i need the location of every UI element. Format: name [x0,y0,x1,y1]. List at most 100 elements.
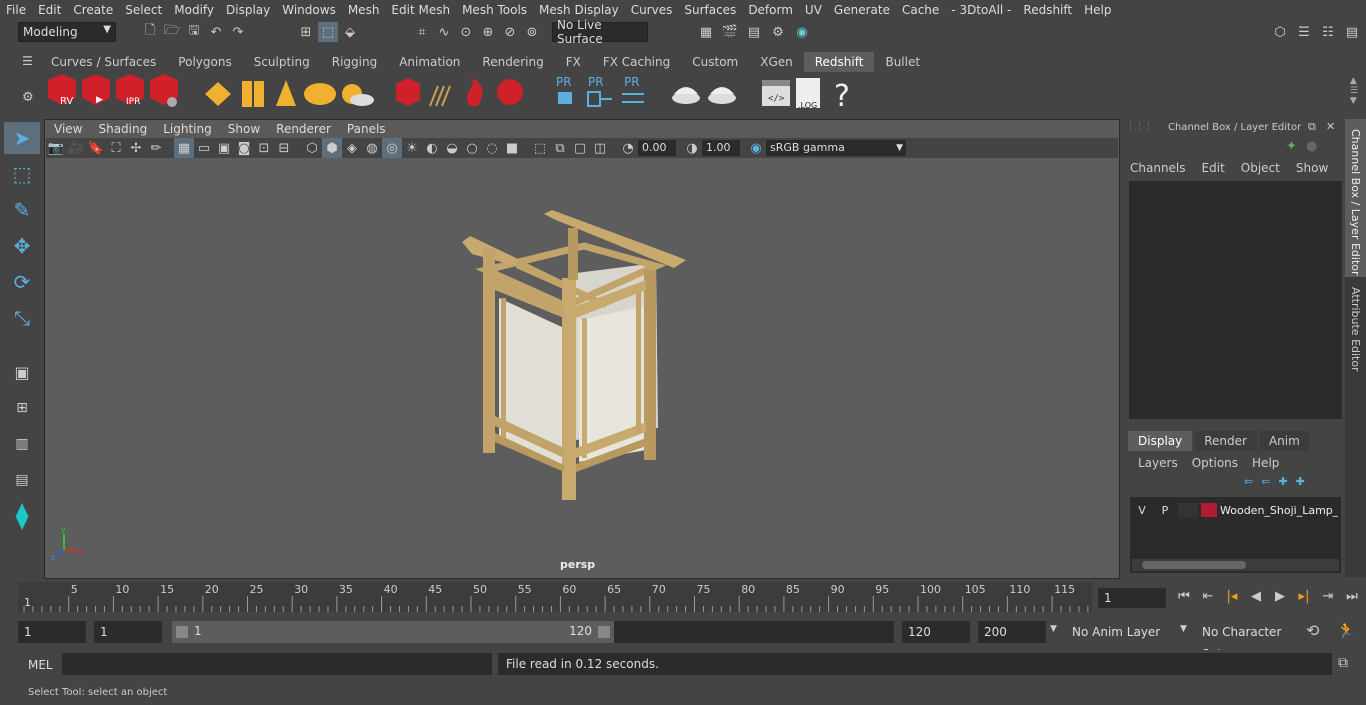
wireframe-icon[interactable]: ⬡ [302,138,322,158]
step-forward-key-icon[interactable]: ▸| [1294,586,1314,606]
layer-tab-anim[interactable]: Anim [1258,431,1310,451]
range-end-grip[interactable] [598,626,610,638]
modeling-toolkit-icon[interactable]: ⬡ [1270,22,1290,42]
select-tool-icon[interactable]: ➤ [4,122,40,154]
hypershade-icon[interactable]: ◉ [792,22,812,42]
xray-components-icon[interactable]: ▢ [570,138,590,158]
ambient-occlusion-icon[interactable]: ◐ [422,138,442,158]
anti-aliasing-icon[interactable]: ○ [462,138,482,158]
menu-redshift[interactable]: Redshift [1017,3,1078,17]
menu-cache[interactable]: Cache [896,3,945,17]
attribute-toggle-icon[interactable]: ● [1306,139,1317,154]
select-component-icon[interactable]: ⬙ [340,22,360,42]
depth-of-field-icon[interactable]: ◌ [482,138,502,158]
shelf-scroll-icon[interactable]: ▲ ☰ ▼ [1350,76,1358,106]
backface-icon[interactable]: ◫ [590,138,610,158]
shelf-settings-icon[interactable]: ⚙ [22,90,34,105]
image-plane-icon[interactable]: ⛶ [106,138,126,158]
script-editor-icon[interactable]: ⧉ [1338,655,1348,671]
layer-menu-layers[interactable]: Layers [1138,456,1178,470]
rotate-tool-icon[interactable]: ⟳ [4,266,40,298]
chevron-down-icon[interactable]: ▼ [1050,624,1057,634]
shelf-tab-animation[interactable]: Animation [388,52,471,72]
snap-view-icon[interactable]: ⊕ [478,22,498,42]
gate-mask-icon[interactable]: ◙ [234,138,254,158]
layer-tab-render[interactable]: Render [1194,431,1257,451]
gamma-field[interactable]: 1.00 [702,140,740,156]
help-icon[interactable]: ? [834,79,850,114]
panel-menu-show[interactable]: Show [220,120,268,138]
single-perspective-layout-icon[interactable]: ▣ [4,356,40,388]
menu-modify[interactable]: Modify [168,3,220,17]
range-bar[interactable]: 1 120 [172,621,894,643]
close-icon[interactable]: ✕ [1326,120,1335,133]
film-gate-icon[interactable]: ▭ [194,138,214,158]
script-language-toggle[interactable]: MEL [28,658,53,672]
xray-icon[interactable]: ⬚ [530,138,550,158]
wireframe-on-shaded-icon[interactable]: ◈ [342,138,362,158]
preferences-icon[interactable]: 🏃 [1336,621,1356,640]
step-forward-frame-icon[interactable]: ⇥ [1318,586,1338,606]
shelf-tab-sculpting[interactable]: Sculpting [243,52,321,72]
redshift-bake-icons[interactable] [672,87,736,104]
menu-edit[interactable]: Edit [32,3,67,17]
menu-mesh[interactable]: Mesh [342,3,386,17]
shelf-tab-fx-caching[interactable]: FX Caching [592,52,681,72]
color-management-icon[interactable]: ◉ [746,138,766,158]
resolution-gate-icon[interactable]: ▣ [214,138,234,158]
paint-select-tool-icon[interactable]: ✎ [4,194,40,226]
play-forwards-icon[interactable]: ▶ [1270,586,1290,606]
character-set-dropdown[interactable]: No Character Set [1196,621,1296,661]
menu-uv[interactable]: UV [799,3,828,17]
layer-row[interactable]: V P Wooden_Shoji_Lamp_ [1132,501,1339,519]
use-all-lights-icon[interactable]: ◎ [382,138,402,158]
render-frame-icon[interactable]: ▦ [696,22,716,42]
channel-menu-edit[interactable]: Edit [1202,161,1225,175]
shadows-icon[interactable]: ☀ [402,138,422,158]
panel-menu-renderer[interactable]: Renderer [268,120,339,138]
chevron-down-icon[interactable]: ▼ [1180,624,1187,634]
select-object-icon[interactable]: ⬚ [318,22,338,42]
go-to-end-icon[interactable]: ⏭ [1342,586,1362,606]
side-tab-channel-box[interactable]: Channel Box / Layer Editor [1345,119,1366,277]
menu-3dtoall[interactable]: - 3DtoAll - [945,3,1017,17]
exposure-icon[interactable]: ◔ [618,138,638,158]
animation-start-field[interactable]: 1 [18,621,86,643]
redshift-proxy-icon[interactable] [396,78,523,107]
lasso-tool-icon[interactable]: ⬚ [4,158,40,190]
layer-name[interactable]: Wooden_Shoji_Lamp_ [1220,504,1338,517]
redshift-script-icon[interactable]: </> [762,80,790,106]
play-backwards-icon[interactable]: ◀ [1246,586,1266,606]
panel-menu-panels[interactable]: Panels [339,120,394,138]
shelf-tab-redshift[interactable]: Redshift [803,52,875,72]
step-back-frame-icon[interactable]: ⇤ [1198,586,1218,606]
layer-playback-toggle[interactable]: P [1155,504,1175,517]
3d-viewport[interactable]: x y z persp [46,158,1118,578]
snap-point-icon[interactable]: ⊙ [456,22,476,42]
shelf-tab-rendering[interactable]: Rendering [471,52,554,72]
live-surface-field[interactable]: No Live Surface [552,18,648,46]
select-hierarchy-icon[interactable]: ⊞ [296,22,316,42]
field-chart-icon[interactable]: ⊡ [254,138,274,158]
snap-live-icon[interactable]: ⊚ [522,22,542,42]
layer-menu-help[interactable]: Help [1252,456,1279,470]
new-layer-icon[interactable]: ✚ [1278,475,1287,488]
side-tab-attribute-editor[interactable]: Attribute Editor [1345,281,1366,391]
scale-tool-icon[interactable]: ⤡ [4,302,40,334]
snap-surface-icon[interactable]: ⊘ [500,22,520,42]
layout-preset-icon[interactable]: ▤ [4,464,40,496]
move-layer-down-icon[interactable]: ⇐ [1261,475,1270,488]
open-scene-icon[interactable]: 🗁 [162,22,182,42]
menu-mesh-display[interactable]: Mesh Display [533,3,625,17]
snap-grid-icon[interactable]: ⌗ [412,22,432,42]
exposure-field[interactable]: 0.00 [638,140,676,156]
move-tool-icon[interactable]: ✥ [4,230,40,262]
save-scene-icon[interactable]: 🖫 [184,22,204,42]
layer-tab-display[interactable]: Display [1128,431,1193,451]
playback-start-field[interactable]: 1 [94,621,162,643]
menu-mesh-tools[interactable]: Mesh Tools [456,3,533,17]
step-back-key-icon[interactable]: |◂ [1222,586,1242,606]
four-view-layout-icon[interactable]: ⊞ [4,392,40,424]
shelf-tab-custom[interactable]: Custom [681,52,749,72]
menu-create[interactable]: Create [67,3,119,17]
